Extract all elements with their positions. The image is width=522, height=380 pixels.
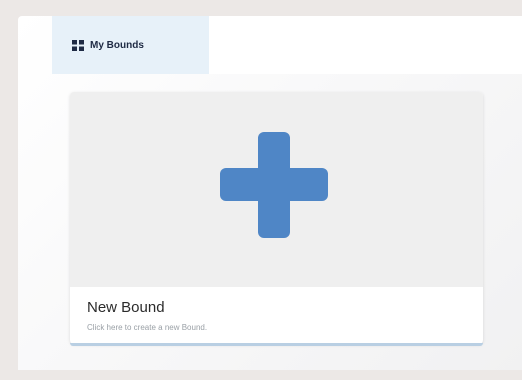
- card-image: [70, 92, 483, 287]
- new-bound-card[interactable]: New Bound Click here to create a new Bou…: [70, 92, 483, 344]
- tab-bar: My Bounds: [52, 16, 522, 74]
- card-title: New Bound: [87, 299, 165, 316]
- tab-my-bounds[interactable]: My Bounds: [52, 16, 209, 74]
- card-bottom-border: [70, 343, 483, 346]
- card-body: New Bound Click here to create a new Bou…: [70, 287, 483, 344]
- tab-label: My Bounds: [90, 39, 144, 51]
- card-description: Click here to create a new Bound.: [87, 323, 208, 332]
- grid-icon: [72, 39, 84, 51]
- plus-icon: [220, 132, 328, 238]
